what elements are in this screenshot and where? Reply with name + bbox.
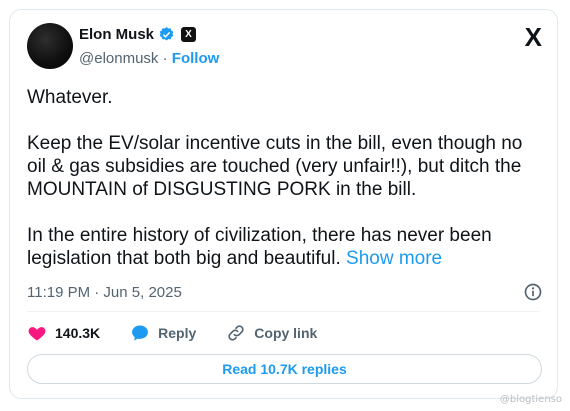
copy-link-label: Copy link (254, 325, 318, 341)
show-more-link[interactable]: Show more (346, 248, 442, 269)
reply-button[interactable]: Reply (130, 323, 196, 343)
author-name[interactable]: Elon Musk (79, 26, 154, 43)
link-icon (228, 325, 244, 341)
action-bar: 140.3K Reply Copy link (27, 323, 347, 343)
author-name-row: Elon Musk X (79, 26, 197, 43)
tweet-paragraph: Whatever. (27, 87, 113, 108)
reply-label: Reply (158, 325, 197, 341)
divider (27, 311, 540, 312)
x-affiliate-icon: X (181, 27, 197, 42)
separator: · (158, 50, 172, 67)
tweet-card: Elon Musk X @elonmusk · Follow X Whateve… (9, 9, 558, 399)
x-logo-icon[interactable]: X (525, 24, 542, 50)
tweet-paragraph: Keep the EV/solar incentive cuts in the … (27, 133, 523, 200)
tweet-text: Whatever. Keep the EV/solar incentive cu… (27, 86, 542, 270)
read-replies-button[interactable]: Read 10.7K replies (27, 354, 542, 384)
follow-button[interactable]: Follow (172, 50, 220, 67)
author-handle[interactable]: @elonmusk (79, 50, 158, 67)
copy-link-button[interactable]: Copy link (226, 323, 317, 343)
info-icon[interactable] (523, 282, 543, 302)
watermark: @blogtienso (499, 394, 562, 405)
timestamp[interactable]: 11:19 PM · Jun 5, 2025 (27, 284, 182, 301)
verified-badge-icon (159, 27, 174, 41)
like-button[interactable]: 140.3K (27, 323, 100, 343)
heart-icon (28, 327, 46, 341)
reply-bubble-icon (132, 325, 149, 341)
like-count: 140.3K (55, 325, 101, 341)
avatar[interactable] (27, 23, 73, 69)
handle-row: @elonmusk · Follow (79, 50, 219, 67)
tweet-paragraph-last: In the entire history of civilization, t… (27, 224, 542, 270)
